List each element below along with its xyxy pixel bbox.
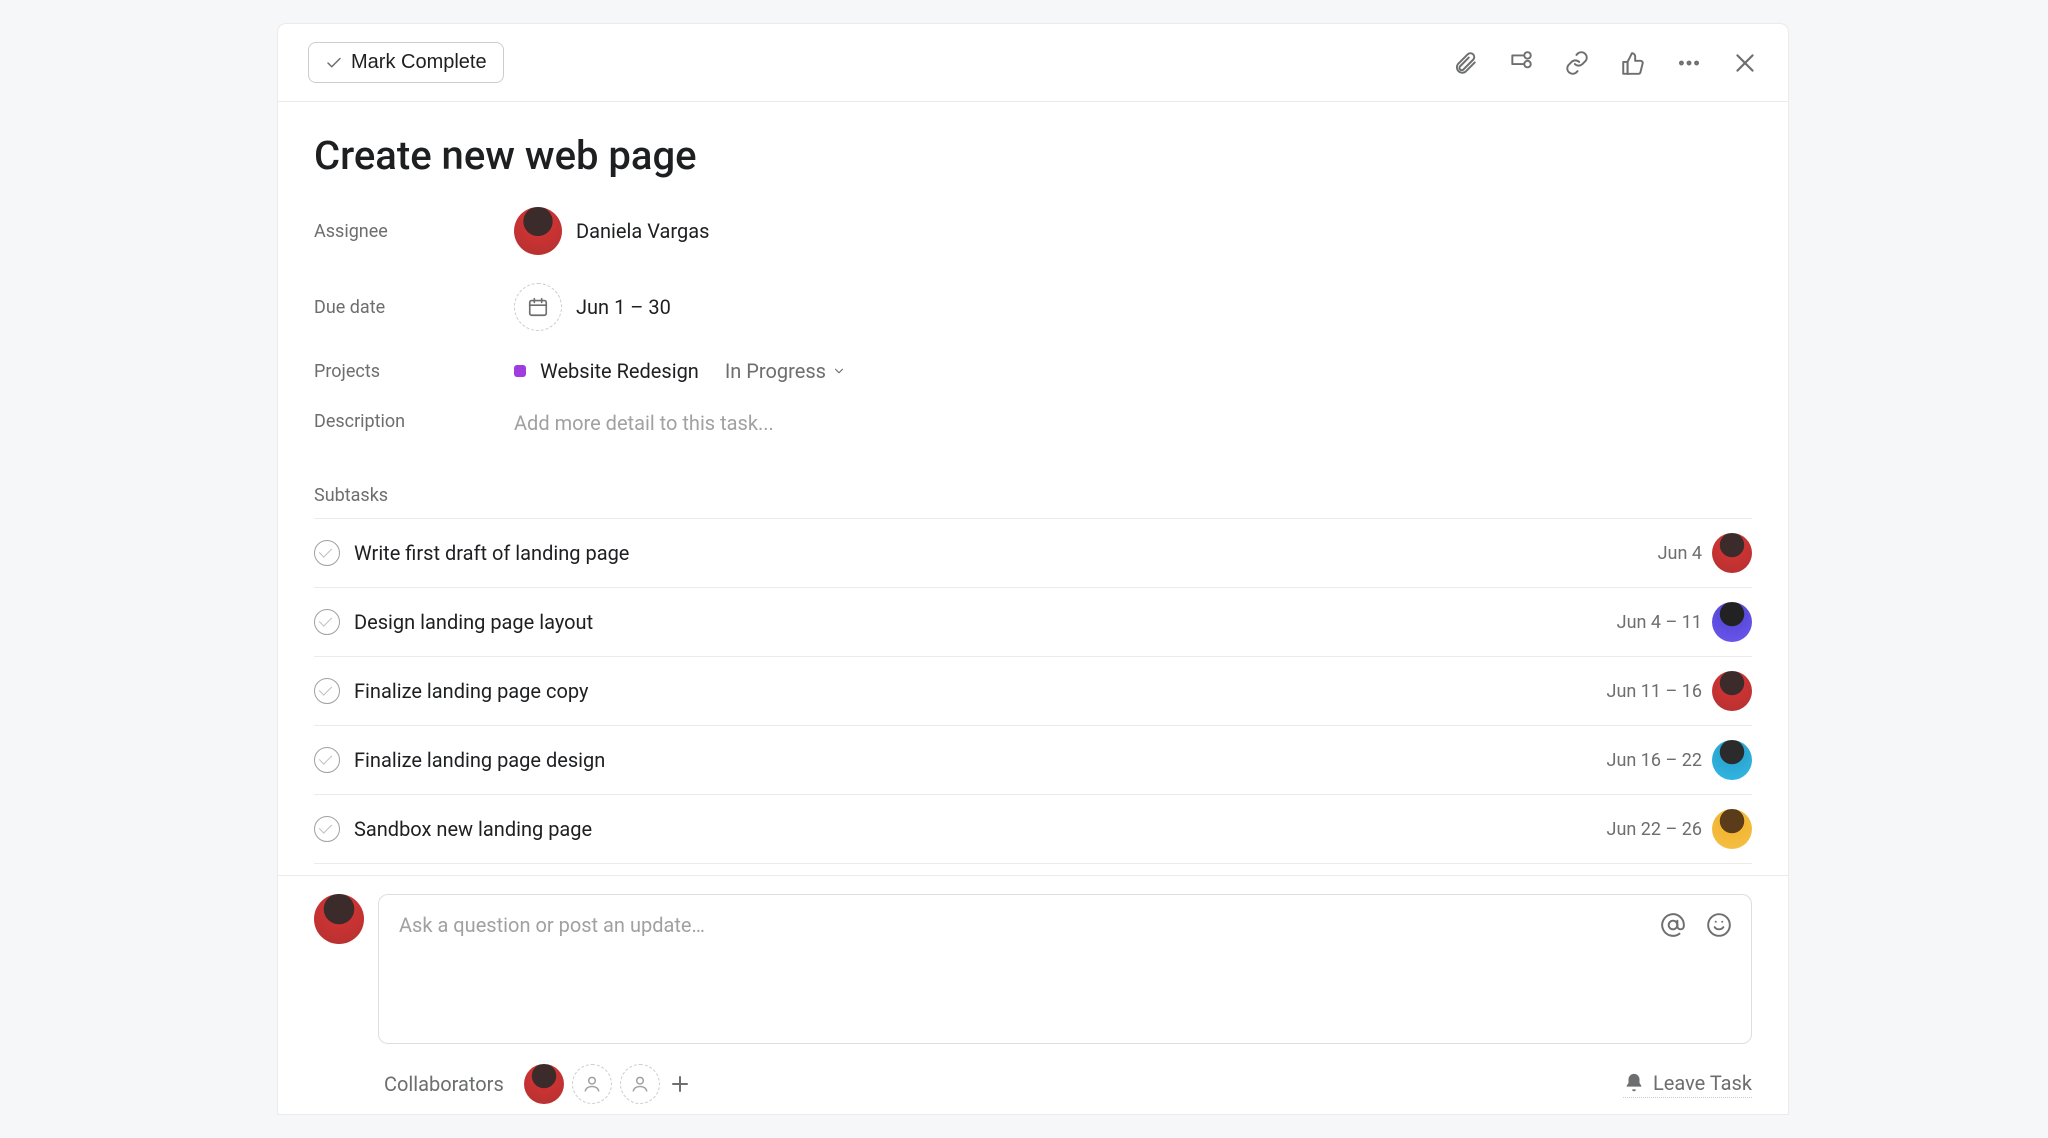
- subtask-assignee-avatar[interactable]: [1712, 671, 1752, 711]
- assignee-name: Daniela Vargas: [576, 219, 709, 243]
- projects-row: Projects Website Redesign In Progress: [314, 359, 1752, 383]
- subtask-assignee-avatar[interactable]: [1712, 809, 1752, 849]
- subtask-assignee-avatar[interactable]: [1712, 740, 1752, 780]
- subtasks-list: Write first draft of landing page Jun 4 De…: [314, 518, 1752, 864]
- empty-collaborator-slot[interactable]: [572, 1064, 612, 1104]
- description-row: Description Add more detail to this task…: [314, 411, 1752, 435]
- subtask-name: Finalize landing page copy: [354, 679, 588, 703]
- mark-complete-label: Mark Complete: [351, 51, 487, 74]
- task-body: Create new web page Assignee Daniela Var…: [278, 102, 1788, 875]
- leave-task-button[interactable]: Leave Task: [1623, 1071, 1752, 1098]
- collaborators-row: Collaborators Leave Task: [314, 1044, 1752, 1104]
- project-color-dot: [514, 365, 526, 377]
- assignee-avatar: [514, 207, 562, 255]
- due-date-row: Due date Jun 1 – 30: [314, 283, 1752, 331]
- task-footer: Ask a question or post an update… Collab…: [278, 875, 1788, 1114]
- collaborator-avatar[interactable]: [524, 1064, 564, 1104]
- current-user-avatar: [314, 894, 364, 944]
- task-detail-panel: Mark Complete Create new web page Assign…: [278, 24, 1788, 1114]
- due-date-label: Due date: [314, 297, 514, 318]
- subtask-row[interactable]: Write first draft of landing page Jun 4: [314, 518, 1752, 587]
- subtask-name: Finalize landing page design: [354, 748, 605, 772]
- task-title[interactable]: Create new web page: [314, 132, 1752, 179]
- subtask-name: Sandbox new landing page: [354, 817, 592, 841]
- subtask-row[interactable]: Sandbox new landing page Jun 22 – 26: [314, 794, 1752, 864]
- collaborators-left: Collaborators: [384, 1064, 692, 1104]
- more-icon[interactable]: [1676, 50, 1702, 76]
- collaborator-avatars: [524, 1064, 692, 1104]
- subtask-date: Jun 16 – 22: [1607, 750, 1702, 771]
- project-status-dropdown[interactable]: In Progress: [725, 359, 846, 383]
- subtask-check-icon[interactable]: [314, 609, 340, 635]
- mark-complete-button[interactable]: Mark Complete: [308, 42, 504, 83]
- subtask-date: Jun 11 – 16: [1607, 681, 1702, 702]
- subtask-row[interactable]: Finalize landing page copy Jun 11 – 16: [314, 656, 1752, 725]
- leave-task-label: Leave Task: [1653, 1071, 1752, 1095]
- task-header-actions: [1452, 50, 1758, 76]
- subtask-name: Write first draft of landing page: [354, 541, 629, 565]
- subtask-check-icon[interactable]: [314, 816, 340, 842]
- subtask-icon[interactable]: [1508, 50, 1534, 76]
- due-date-value[interactable]: Jun 1 – 30: [514, 283, 671, 331]
- subtask-date: Jun 4: [1658, 543, 1702, 564]
- due-date-text: Jun 1 – 30: [576, 295, 671, 319]
- subtask-check-icon[interactable]: [314, 678, 340, 704]
- link-icon[interactable]: [1564, 50, 1590, 76]
- at-mention-icon[interactable]: [1659, 911, 1687, 939]
- subtask-check-icon[interactable]: [314, 540, 340, 566]
- comment-composer[interactable]: Ask a question or post an update…: [378, 894, 1752, 1044]
- composer-icons: [1659, 911, 1733, 939]
- close-icon[interactable]: [1732, 50, 1758, 76]
- project-status-label: In Progress: [725, 359, 826, 383]
- subtask-check-icon[interactable]: [314, 747, 340, 773]
- calendar-icon: [514, 283, 562, 331]
- subtasks-heading: Subtasks: [314, 485, 1752, 506]
- composer-row: Ask a question or post an update…: [314, 894, 1752, 1044]
- add-collaborator-icon[interactable]: [668, 1072, 692, 1096]
- composer-placeholder: Ask a question or post an update…: [399, 913, 705, 937]
- task-header-bar: Mark Complete: [278, 24, 1788, 102]
- projects-label: Projects: [314, 361, 514, 382]
- empty-collaborator-slot[interactable]: [620, 1064, 660, 1104]
- subtask-date: Jun 4 – 11: [1617, 612, 1702, 633]
- subtask-name: Design landing page layout: [354, 610, 593, 634]
- subtask-row[interactable]: Finalize landing page design Jun 16 – 22: [314, 725, 1752, 794]
- collaborators-label: Collaborators: [384, 1072, 504, 1096]
- emoji-icon[interactable]: [1705, 911, 1733, 939]
- subtask-assignee-avatar[interactable]: [1712, 602, 1752, 642]
- subtask-date: Jun 22 – 26: [1607, 819, 1702, 840]
- assignee-row: Assignee Daniela Vargas: [314, 207, 1752, 255]
- projects-value: Website Redesign In Progress: [514, 359, 846, 383]
- check-icon: [325, 54, 343, 72]
- description-input[interactable]: Add more detail to this task...: [514, 411, 774, 435]
- bell-icon: [1623, 1072, 1645, 1094]
- assignee-label: Assignee: [314, 221, 514, 242]
- project-name[interactable]: Website Redesign: [540, 359, 699, 383]
- attachment-icon[interactable]: [1452, 50, 1478, 76]
- subtask-row[interactable]: Design landing page layout Jun 4 – 11: [314, 587, 1752, 656]
- subtask-assignee-avatar[interactable]: [1712, 533, 1752, 573]
- thumbs-up-icon[interactable]: [1620, 50, 1646, 76]
- chevron-down-icon: [832, 364, 846, 378]
- assignee-value[interactable]: Daniela Vargas: [514, 207, 709, 255]
- description-label: Description: [314, 411, 514, 435]
